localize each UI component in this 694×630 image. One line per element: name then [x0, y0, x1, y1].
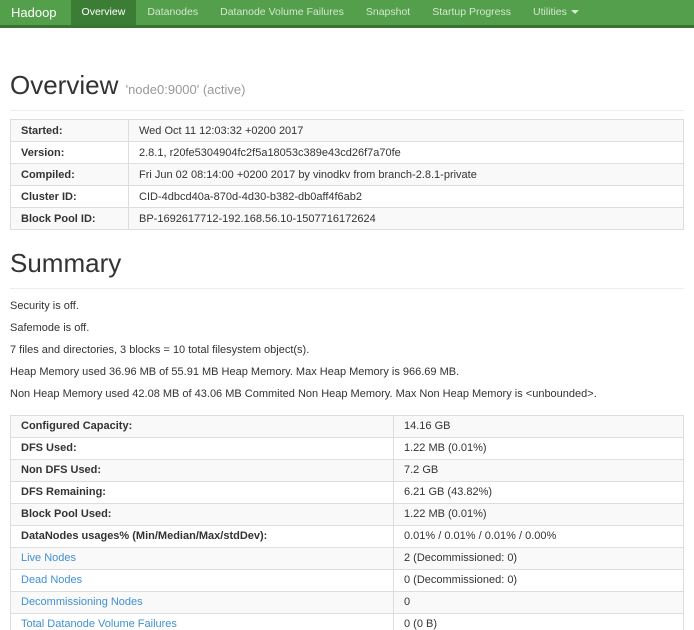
block-pool-id-value: BP-1692617712-192.168.56.10-150771617262…: [129, 208, 684, 230]
tab-datanode-volume-failures[interactable]: Datanode Volume Failures: [209, 0, 355, 25]
non-dfs-used-value: 7.2 GB: [394, 459, 684, 481]
non-heap-memory-text: Non Heap Memory used 42.08 MB of 43.06 M…: [10, 387, 684, 403]
version-label: Version:: [11, 142, 129, 164]
divider: [10, 110, 684, 111]
dead-nodes-link[interactable]: Dead Nodes: [21, 574, 82, 586]
table-row: Configured Capacity: 14.16 GB: [11, 415, 684, 437]
page-content: Overview 'node0:9000' (active) Started: …: [0, 70, 694, 630]
table-row: DataNodes usages% (Min/Median/Max/stdDev…: [11, 525, 684, 547]
started-label: Started:: [11, 120, 129, 142]
cluster-id-label: Cluster ID:: [11, 186, 129, 208]
dfs-used-label: DFS Used:: [11, 437, 394, 459]
tab-datanodes[interactable]: Datanodes: [136, 0, 209, 25]
divider: [10, 288, 684, 289]
summary-text-block: Security is off. Safemode is off. 7 file…: [10, 299, 684, 403]
dfs-remaining-label: DFS Remaining:: [11, 481, 394, 503]
configured-capacity-value: 14.16 GB: [394, 415, 684, 437]
security-status-text: Security is off.: [10, 299, 684, 315]
tab-overview[interactable]: Overview: [71, 0, 137, 25]
table-row: Live Nodes 2 (Decommissioned: 0): [11, 547, 684, 569]
table-row: Compiled: Fri Jun 02 08:14:00 +0200 2017…: [11, 164, 684, 186]
block-pool-used-value: 1.22 MB (0.01%): [394, 503, 684, 525]
navbar: Hadoop Overview Datanodes Datanode Volum…: [0, 0, 694, 28]
datanodes-usages-value: 0.01% / 0.01% / 0.01% / 0.00%: [394, 525, 684, 547]
tab-startup-progress[interactable]: Startup Progress: [421, 0, 522, 25]
table-row: Block Pool ID: BP-1692617712-192.168.56.…: [11, 208, 684, 230]
version-value: 2.8.1, r20fe5304904fc2f5a18053c389e43cd2…: [129, 142, 684, 164]
safemode-status-text: Safemode is off.: [10, 321, 684, 337]
total-datanode-volume-failures-value: 0 (0 B): [394, 613, 684, 630]
table-row: Non DFS Used: 7.2 GB: [11, 459, 684, 481]
namenode-info-table: Started: Wed Oct 11 12:03:32 +0200 2017 …: [10, 119, 684, 230]
tab-snapshot[interactable]: Snapshot: [355, 0, 421, 25]
dead-nodes-value: 0 (Decommissioned: 0): [394, 569, 684, 591]
cluster-id-value: CID-4dbcd40a-870d-4d30-b382-db0aff4f6ab2: [129, 186, 684, 208]
compiled-label: Compiled:: [11, 164, 129, 186]
tab-utilities[interactable]: Utilities: [522, 0, 590, 25]
configured-capacity-label: Configured Capacity:: [11, 415, 394, 437]
dfs-remaining-value: 6.21 GB (43.82%): [394, 481, 684, 503]
navbar-brand[interactable]: Hadoop: [0, 0, 71, 25]
table-row: Block Pool Used: 1.22 MB (0.01%): [11, 503, 684, 525]
started-value: Wed Oct 11 12:03:32 +0200 2017: [129, 120, 684, 142]
cluster-stats-table: Configured Capacity: 14.16 GB DFS Used: …: [10, 415, 684, 630]
namenode-address-status: 'node0:9000' (active): [126, 82, 246, 97]
dfs-used-value: 1.22 MB (0.01%): [394, 437, 684, 459]
total-datanode-volume-failures-link[interactable]: Total Datanode Volume Failures: [21, 618, 177, 630]
table-row: Decommissioning Nodes 0: [11, 591, 684, 613]
heap-memory-text: Heap Memory used 36.96 MB of 55.91 MB He…: [10, 365, 684, 381]
overview-title-text: Overview: [10, 70, 118, 100]
table-row: Dead Nodes 0 (Decommissioned: 0): [11, 569, 684, 591]
table-row: DFS Used: 1.22 MB (0.01%): [11, 437, 684, 459]
table-row: DFS Remaining: 6.21 GB (43.82%): [11, 481, 684, 503]
summary-title: Summary: [10, 248, 684, 279]
block-pool-id-label: Block Pool ID:: [11, 208, 129, 230]
non-dfs-used-label: Non DFS Used:: [11, 459, 394, 481]
table-row: Started: Wed Oct 11 12:03:32 +0200 2017: [11, 120, 684, 142]
live-nodes-link[interactable]: Live Nodes: [21, 552, 76, 564]
chevron-down-icon: [571, 10, 579, 14]
table-row: Version: 2.8.1, r20fe5304904fc2f5a18053c…: [11, 142, 684, 164]
tab-utilities-label: Utilities: [533, 6, 567, 18]
datanodes-usages-label: DataNodes usages% (Min/Median/Max/stdDev…: [11, 525, 394, 547]
block-pool-used-label: Block Pool Used:: [11, 503, 394, 525]
overview-title: Overview 'node0:9000' (active): [10, 70, 684, 101]
live-nodes-value: 2 (Decommissioned: 0): [394, 547, 684, 569]
table-row: Total Datanode Volume Failures 0 (0 B): [11, 613, 684, 630]
decommissioning-nodes-value: 0: [394, 591, 684, 613]
filesystem-objects-text: 7 files and directories, 3 blocks = 10 t…: [10, 343, 684, 359]
table-row: Cluster ID: CID-4dbcd40a-870d-4d30-b382-…: [11, 186, 684, 208]
decommissioning-nodes-link[interactable]: Decommissioning Nodes: [21, 596, 143, 608]
compiled-value: Fri Jun 02 08:14:00 +0200 2017 by vinodk…: [129, 164, 684, 186]
